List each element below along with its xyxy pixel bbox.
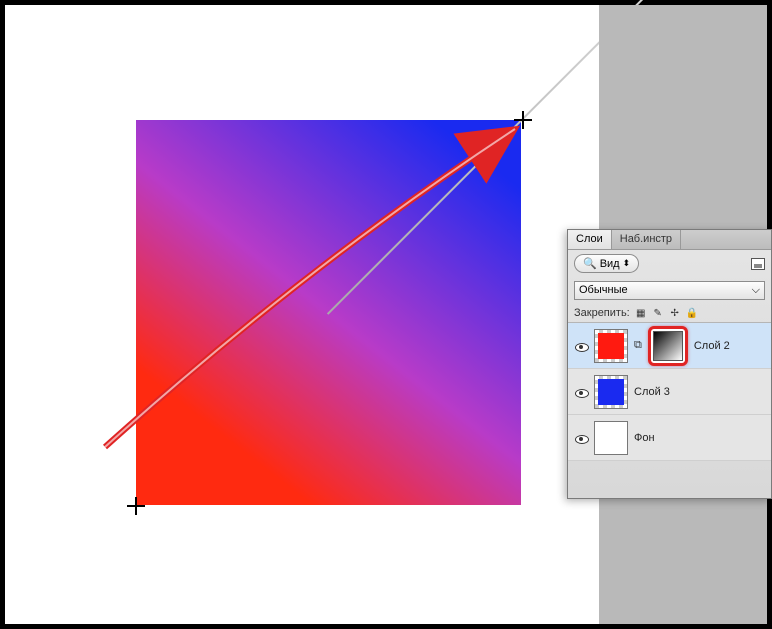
crosshair-end [514,111,532,129]
chevron-down-icon: ⌵ [752,284,760,297]
lock-all-icon[interactable]: 🔒 [686,307,698,319]
dropdown-arrows-icon: ⬍ [623,258,631,269]
blend-mode-value: Обычные [579,284,628,297]
canvas-area[interactable] [5,5,599,624]
layer-list: ⧉ Слой 2 Слой 3 Фон [568,323,771,461]
visibility-toggle[interactable] [574,339,588,353]
layer-mask-highlighted[interactable] [648,326,688,366]
lock-label: Закрепить: [574,307,630,319]
layer-name[interactable]: Фон [634,432,655,444]
layers-panel: Слои Наб.инстр 🔍 Вид ⬍ Обычные ⌵ Закрепи… [567,229,772,499]
lock-transparency-icon[interactable]: ▦ [635,307,647,319]
visibility-toggle[interactable] [574,385,588,399]
layer-mask-thumbnail [653,331,683,361]
link-icon: ⧉ [634,339,642,352]
blend-mode-select[interactable]: Обычные ⌵ [574,281,765,300]
layer-row[interactable]: Фон [568,415,771,461]
layer-row[interactable]: ⧉ Слой 2 [568,323,771,369]
layer-name[interactable]: Слой 3 [634,386,670,398]
layer-row[interactable]: Слой 3 [568,369,771,415]
filter-label: Вид [600,258,620,270]
search-icon: 🔍 [583,257,597,270]
layer-filter-dropdown[interactable]: 🔍 Вид ⬍ [574,254,639,273]
lock-position-icon[interactable]: ✢ [669,307,681,319]
layer-thumbnail[interactable] [594,329,628,363]
lock-row: Закрепить: ▦ ✎ ✢ 🔒 [568,304,771,323]
layer-thumbnail[interactable] [594,375,628,409]
layer-thumbnail[interactable] [594,421,628,455]
tab-tools[interactable]: Наб.инстр [612,230,681,249]
visibility-toggle[interactable] [574,431,588,445]
crosshair-start [127,497,145,515]
tab-layers[interactable]: Слои [568,230,612,249]
layer-name[interactable]: Слой 2 [694,340,730,352]
panel-snapshot-icon[interactable] [751,258,765,270]
panel-tabs: Слои Наб.инстр [568,230,771,250]
lock-brush-icon[interactable]: ✎ [652,307,664,319]
